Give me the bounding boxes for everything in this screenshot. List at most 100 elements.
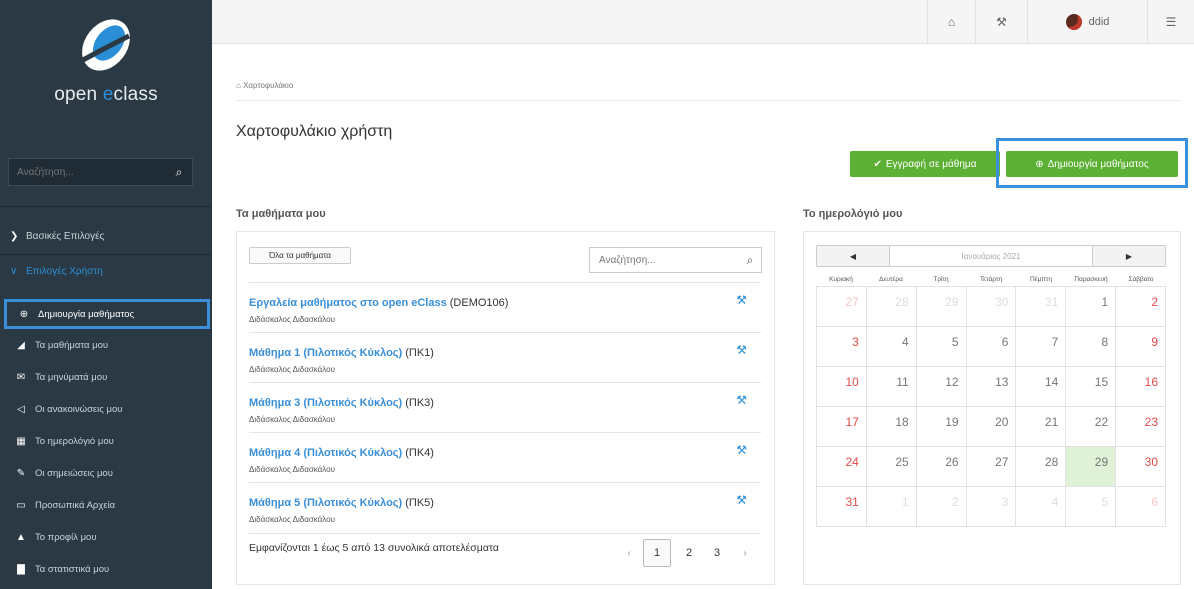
settings-button[interactable]: ☰: [1147, 0, 1194, 44]
sidebar-item-label: Οι σημειώσεις μου: [35, 467, 113, 479]
logo[interactable]: open eclass: [0, 0, 212, 118]
pager-prev[interactable]: ‹: [615, 539, 643, 567]
calendar-day[interactable]: 4: [1016, 487, 1067, 527]
wrench-icon[interactable]: ⚒: [736, 393, 747, 407]
calendar-day[interactable]: 14: [1016, 367, 1067, 407]
calendar-day[interactable]: 1: [866, 487, 917, 527]
course-teacher: Διδάσκαλος Διδασκάλου: [249, 465, 335, 474]
folder-icon: ▭: [16, 499, 26, 511]
course-link[interactable]: Εργαλεία μαθήματος στο open eClass: [249, 297, 447, 309]
calendar-day[interactable]: 8: [1066, 327, 1117, 367]
calendar-day[interactable]: 25: [866, 447, 917, 487]
sidebar-item-label: Τα μαθήματα μου: [35, 339, 109, 351]
calendar-day[interactable]: 12: [916, 367, 967, 407]
calendar-day[interactable]: 30: [966, 287, 1017, 327]
calendar-day[interactable]: 3: [966, 487, 1017, 527]
logo-text: open eclass: [54, 84, 158, 105]
sidebar-search-input[interactable]: [9, 159, 166, 185]
sidebar-item-my-stats[interactable]: ▇ Τα στατιστικά μου: [0, 553, 212, 585]
calendar-day[interactable]: 2: [916, 487, 967, 527]
course-link[interactable]: Μάθημα 3 (Πιλοτικός Κύκλος): [249, 397, 402, 409]
wrench-icon[interactable]: ⚒: [736, 343, 747, 357]
calendar-prev-button[interactable]: ◀: [817, 246, 889, 266]
home-icon[interactable]: ⌂: [236, 81, 241, 90]
home-icon: ⌂: [947, 15, 956, 29]
calendar-day[interactable]: 13: [966, 367, 1017, 407]
calendar-day[interactable]: 17: [817, 407, 867, 447]
sidebar-item-label: Το προφίλ μου: [35, 531, 97, 543]
course-link[interactable]: Μάθημα 5 (Πιλοτικός Κύκλος): [249, 497, 402, 509]
calendar-day[interactable]: 29: [916, 287, 967, 327]
calendar-day[interactable]: 4: [866, 327, 917, 367]
pager-page-2[interactable]: 2: [675, 539, 703, 567]
calendar-day[interactable]: 7: [1016, 327, 1067, 367]
register-course-button[interactable]: ✔ Εγγραφή σε μάθημα: [850, 151, 1000, 177]
pager-page-1[interactable]: 1: [643, 539, 671, 567]
check-icon: ✔: [873, 158, 882, 170]
course-code: (DEMO106): [446, 297, 509, 309]
create-course-button[interactable]: ⊕ Δημιουργία μαθήματος: [1006, 151, 1178, 177]
calendar-day[interactable]: 6: [966, 327, 1017, 367]
calendar-day[interactable]: 26: [916, 447, 967, 487]
pager-next[interactable]: ›: [731, 539, 759, 567]
calendar-day[interactable]: 18: [866, 407, 917, 447]
sidebar-item-my-calendar[interactable]: ▦ Το ημερολόγιό μου: [0, 425, 212, 457]
wrench-icon[interactable]: ⚒: [736, 293, 747, 307]
sidebar-item-create-course[interactable]: ⊕ Δημιουργία μαθήματος: [4, 299, 210, 329]
sidebar-item-my-courses[interactable]: ◢ Τα μαθήματα μου: [0, 329, 212, 361]
home-button[interactable]: ⌂: [927, 0, 975, 44]
plus-circle-icon: ⊕: [1035, 158, 1044, 170]
calendar-day[interactable]: 16: [1116, 367, 1166, 407]
tools-button[interactable]: ⚒: [975, 0, 1027, 44]
sidebar-item-my-profile[interactable]: ▲ Το προφίλ μου: [0, 521, 212, 553]
calendar-day[interactable]: 19: [916, 407, 967, 447]
sidebar-group-user-options[interactable]: ∨ Επιλογές Χρήστη: [0, 256, 212, 286]
calendar-day[interactable]: 28: [1016, 447, 1067, 487]
course-search-input[interactable]: [590, 248, 739, 272]
sidebar-menu: ⊕ Δημιουργία μαθήματος ◢ Τα μαθήματα μου ✉…: [0, 299, 212, 585]
calendar-day[interactable]: 1: [1066, 287, 1117, 327]
sidebar-item-label: Δημιουργία μαθήματος: [38, 308, 135, 320]
calendar-day[interactable]: 20: [966, 407, 1017, 447]
calendar-day[interactable]: 27: [817, 287, 867, 327]
calendar-day[interactable]: 30: [1116, 447, 1166, 487]
calendar-day[interactable]: 6: [1116, 487, 1166, 527]
sidebar-item-my-announcements[interactable]: ◁ Οι ανακοινώσεις μου: [0, 393, 212, 425]
calendar-day[interactable]: 2: [1116, 287, 1166, 327]
calendar-day[interactable]: 23: [1116, 407, 1166, 447]
search-icon[interactable]: ⌕: [166, 159, 192, 185]
calendar-day[interactable]: 28: [866, 287, 917, 327]
breadcrumb-item[interactable]: Χαρτοφυλάκιο: [243, 81, 293, 90]
sidebar-group-basic-options[interactable]: ❯ Βασικές Επιλογές: [0, 221, 212, 251]
calendar-day[interactable]: 31: [817, 487, 867, 527]
calendar-day[interactable]: 9: [1116, 327, 1166, 367]
calendar-day-today[interactable]: 29: [1066, 447, 1117, 487]
course-link[interactable]: Μάθημα 1 (Πιλοτικός Κύκλος): [249, 347, 402, 359]
calendar-day[interactable]: 10: [817, 367, 867, 407]
search-icon[interactable]: ⌕: [739, 253, 761, 268]
sidebar-item-my-notes[interactable]: ✎ Οι σημειώσεις μου: [0, 457, 212, 489]
calendar-day[interactable]: 15: [1066, 367, 1117, 407]
course-row: Μάθημα 4 (Πιλοτικός Κύκλος) (ΠΚ4) Διδάσκ…: [249, 432, 761, 482]
calendar-day[interactable]: 31: [1016, 287, 1067, 327]
calendar-day[interactable]: 3: [817, 327, 867, 367]
calendar-day[interactable]: 24: [817, 447, 867, 487]
user-menu[interactable]: ddid: [1027, 0, 1147, 44]
calendar-day[interactable]: 11: [866, 367, 917, 407]
wrench-icon[interactable]: ⚒: [736, 443, 747, 457]
calendar-next-button[interactable]: ▶: [1093, 246, 1165, 266]
sidebar-item-personal-files[interactable]: ▭ Προσωπικά Αρχεία: [0, 489, 212, 521]
course-teacher: Διδάσκαλος Διδασκάλου: [249, 315, 335, 324]
all-courses-button[interactable]: Όλα τα μαθήματα: [249, 247, 351, 264]
calendar-day[interactable]: 27: [966, 447, 1017, 487]
wrench-icon[interactable]: ⚒: [736, 493, 747, 507]
sidebar-item-label: Οι ανακοινώσεις μου: [35, 403, 123, 415]
calendar-day[interactable]: 22: [1066, 407, 1117, 447]
calendar-day[interactable]: 21: [1016, 407, 1067, 447]
calendar-day[interactable]: 5: [916, 327, 967, 367]
sidebar-item-my-messages[interactable]: ✉ Τα μηνύματά μου: [0, 361, 212, 393]
calendar-day[interactable]: 5: [1066, 487, 1117, 527]
pager-page-3[interactable]: 3: [703, 539, 731, 567]
course-link[interactable]: Μάθημα 4 (Πιλοτικός Κύκλος): [249, 447, 402, 459]
results-info: Εμφανίζονται 1 έως 5 από 13 συνολικά απο…: [249, 542, 499, 554]
